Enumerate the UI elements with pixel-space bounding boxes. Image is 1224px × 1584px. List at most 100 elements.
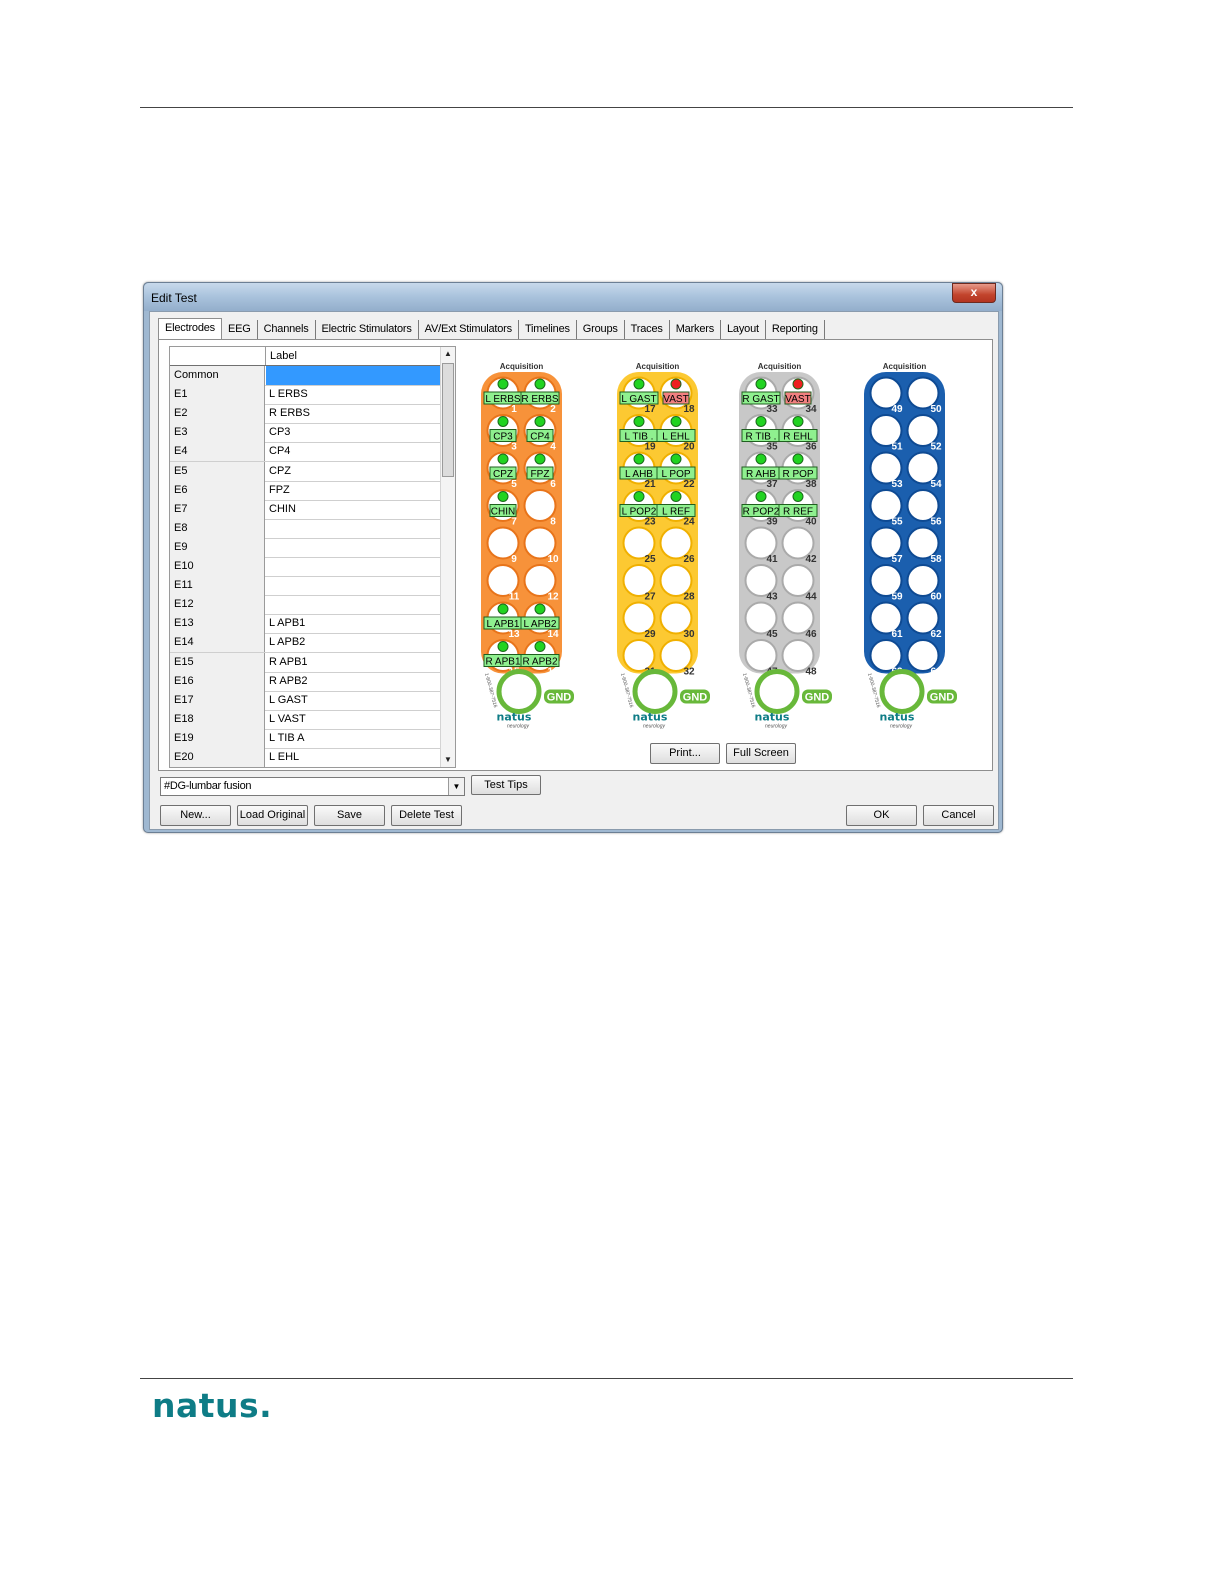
electrode-number: 3 bbox=[511, 442, 517, 453]
save-button[interactable]: Save bbox=[314, 805, 385, 826]
electrode-status-icon bbox=[633, 453, 645, 465]
tab-av-ext-stimulators[interactable]: AV/Ext Stimulators bbox=[419, 320, 519, 340]
electrode-status-icon bbox=[792, 378, 804, 390]
electrode-number: 34 bbox=[805, 404, 817, 415]
electrode-status-icon bbox=[633, 491, 645, 502]
electrode-number: 27 bbox=[644, 592, 656, 603]
title-bar[interactable]: Edit Test x bbox=[144, 283, 1002, 311]
electrode-number: 61 bbox=[891, 629, 903, 640]
chevron-down-icon[interactable]: ▼ bbox=[448, 778, 464, 795]
tab-strip: Electrodes EEG Channels Electric Stimulator… bbox=[158, 318, 825, 341]
tab-electrodes[interactable]: Electrodes bbox=[158, 318, 222, 341]
tab-channels[interactable]: Channels bbox=[258, 320, 316, 340]
electrode-status-icon bbox=[534, 641, 546, 652]
strip-brand-sub: neurology bbox=[507, 724, 529, 730]
electrode-label-text: CP3 bbox=[493, 432, 513, 443]
electrode-number: 29 bbox=[644, 629, 656, 640]
ground-label: GND bbox=[930, 692, 955, 704]
electrode-number: 49 bbox=[891, 404, 903, 415]
electrode-number: 23 bbox=[644, 517, 656, 528]
electrode-status-icon bbox=[497, 491, 509, 502]
electrode-number: 48 bbox=[805, 667, 817, 678]
phone-number: 1-800-387-7516 bbox=[866, 672, 881, 708]
electrode-number: 18 bbox=[683, 404, 695, 415]
strip-heading: Acquisition bbox=[883, 362, 927, 371]
test-tips-button[interactable]: Test Tips bbox=[471, 775, 541, 795]
electrode-number: 30 bbox=[683, 629, 695, 640]
ground-socket[interactable] bbox=[496, 669, 542, 714]
header-rule bbox=[140, 107, 1073, 108]
electrode-status-icon bbox=[755, 491, 767, 502]
electrode-number: 14 bbox=[547, 629, 559, 640]
ground-label: GND bbox=[805, 692, 830, 704]
electrode-number: 60 bbox=[930, 592, 942, 603]
electrode-number: 39 bbox=[766, 517, 778, 528]
electrode-label-text: FPZ bbox=[531, 469, 550, 480]
ground-socket[interactable] bbox=[754, 669, 800, 714]
dialog-title: Edit Test bbox=[151, 291, 197, 305]
electrode-number: 32 bbox=[683, 667, 695, 678]
electrode-number: 11 bbox=[509, 592, 520, 603]
delete-test-button[interactable]: Delete Test bbox=[391, 805, 462, 826]
electrode-label-text: CPZ bbox=[493, 469, 513, 480]
strip-brand: natus bbox=[497, 711, 532, 724]
ground-socket[interactable] bbox=[879, 669, 925, 714]
new-button[interactable]: New... bbox=[160, 805, 231, 826]
electrode-number: 16 bbox=[547, 667, 559, 678]
cancel-button[interactable]: Cancel bbox=[923, 805, 994, 826]
electrode-number: 9 bbox=[511, 554, 517, 565]
electrode-status-icon bbox=[792, 416, 804, 427]
footer-rule bbox=[140, 1378, 1073, 1379]
electrode-status-icon bbox=[755, 378, 767, 390]
electrode-number: 50 bbox=[930, 404, 942, 415]
tab-electric-stimulators[interactable]: Electric Stimulators bbox=[316, 320, 419, 340]
electrode-number: 7 bbox=[511, 517, 517, 528]
electrode-number: 19 bbox=[644, 442, 656, 453]
tab-reporting[interactable]: Reporting bbox=[766, 320, 825, 340]
electrode-status-icon bbox=[670, 453, 682, 465]
electrode-number: 21 bbox=[644, 479, 656, 490]
electrode-status-icon bbox=[534, 416, 546, 427]
electrode-number: 12 bbox=[547, 592, 559, 603]
electrode-strip-3: Acquisition3R GAST33VAST34R TIB .35R EHL… bbox=[739, 362, 832, 730]
electrode-number: 40 bbox=[805, 517, 817, 528]
electrode-number: 45 bbox=[766, 629, 778, 640]
electrode-number: 37 bbox=[766, 479, 778, 490]
electrode-number: 25 bbox=[644, 554, 656, 565]
natus-logo: natus. bbox=[152, 1386, 273, 1425]
tab-traces[interactable]: Traces bbox=[625, 320, 670, 340]
electrode-number: 53 bbox=[891, 479, 903, 490]
electrode-number: 2 bbox=[550, 404, 556, 415]
electrode-number: 1 bbox=[511, 404, 517, 415]
strip-brand: natus bbox=[755, 711, 790, 724]
electrode-number: 43 bbox=[766, 592, 778, 603]
print-button[interactable]: Print... bbox=[650, 743, 720, 764]
test-selector-value: #DG-lumbar fusion bbox=[164, 780, 252, 792]
electrode-number: 28 bbox=[683, 592, 695, 603]
electrode-number: 38 bbox=[805, 479, 817, 490]
load-original-button[interactable]: Load Original bbox=[237, 805, 308, 826]
electrode-status-icon bbox=[670, 378, 682, 390]
electrode-number: 64 bbox=[930, 667, 942, 678]
close-button[interactable]: x bbox=[952, 283, 996, 303]
tab-groups[interactable]: Groups bbox=[577, 320, 625, 340]
tab-markers[interactable]: Markers bbox=[670, 320, 722, 340]
electrode-number: 46 bbox=[805, 629, 817, 640]
ok-button[interactable]: OK bbox=[846, 805, 917, 826]
ground-socket[interactable] bbox=[632, 669, 678, 714]
electrode-number: 62 bbox=[930, 629, 942, 640]
electrode-strips-diagram: Acquisition1L ERBS1R ERBS2CP33CP44CPZ5FP… bbox=[481, 362, 957, 730]
tab-timelines[interactable]: Timelines bbox=[519, 320, 577, 340]
tab-layout[interactable]: Layout bbox=[721, 320, 766, 340]
electrode-status-icon bbox=[792, 491, 804, 502]
tab-eeg[interactable]: EEG bbox=[222, 320, 258, 340]
electrode-status-icon bbox=[792, 453, 804, 465]
electrode-number: 55 bbox=[891, 517, 903, 528]
full-screen-button[interactable]: Full Screen bbox=[726, 743, 796, 764]
electrode-number: 6 bbox=[550, 479, 556, 490]
electrode-number: 59 bbox=[891, 592, 903, 603]
electrode-status-icon bbox=[497, 453, 509, 465]
electrode-number: 56 bbox=[930, 517, 942, 528]
test-selector[interactable]: #DG-lumbar fusion ▼ bbox=[160, 777, 465, 796]
strip-brand-sub: neurology bbox=[643, 724, 665, 730]
